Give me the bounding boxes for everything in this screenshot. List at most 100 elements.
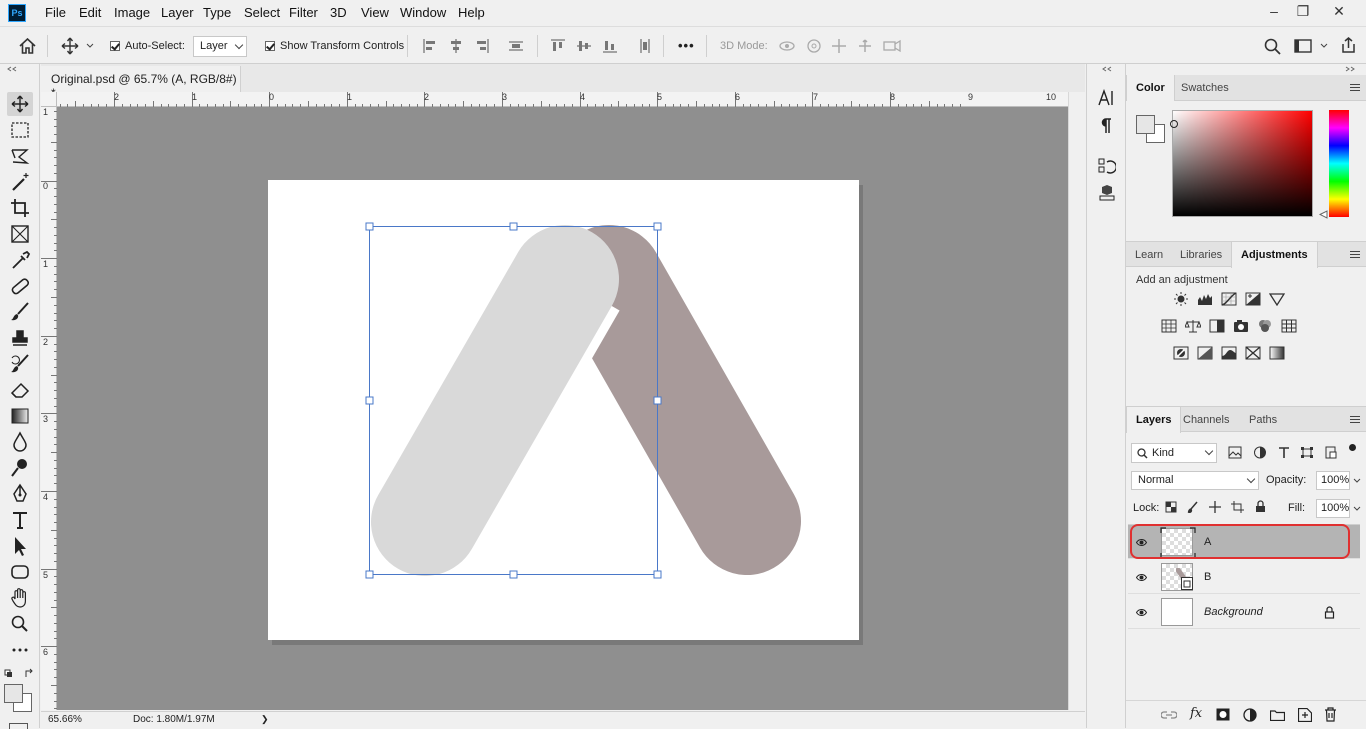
tab-paths[interactable]: Paths <box>1240 407 1286 433</box>
lock-all-icon[interactable] <box>1255 500 1266 513</box>
more-options-button[interactable]: ••• <box>678 38 695 53</box>
transform-handle[interactable] <box>509 222 518 231</box>
invert-icon[interactable] <box>1173 346 1189 360</box>
tab-color[interactable]: Color <box>1126 75 1175 101</box>
blend-mode-dropdown[interactable]: Normal <box>1131 471 1259 490</box>
new-layer-icon[interactable] <box>1298 708 1312 722</box>
filter-shape-icon[interactable] <box>1300 446 1314 459</box>
menu-select[interactable]: Select <box>244 5 280 20</box>
move-tool-icon[interactable] <box>61 37 79 55</box>
filter-smart-object-icon[interactable] <box>1324 446 1338 459</box>
frame-tool[interactable] <box>7 222 33 246</box>
document-canvas[interactable] <box>57 107 1068 710</box>
share-icon[interactable] <box>1340 37 1357 54</box>
menu-edit[interactable]: Edit <box>79 5 101 20</box>
distribute-v-icon[interactable] <box>637 38 653 54</box>
align-middle-v-icon[interactable] <box>576 38 592 54</box>
move-tool[interactable] <box>7 92 33 116</box>
menu-window[interactable]: Window <box>400 5 446 20</box>
transform-handle[interactable] <box>509 570 518 579</box>
gradient-map-icon[interactable] <box>1269 346 1285 360</box>
quick-mask-button[interactable] <box>9 723 28 729</box>
transform-handle[interactable] <box>653 396 662 405</box>
dodge-tool[interactable] <box>7 456 33 480</box>
brightness-icon[interactable] <box>1173 292 1189 306</box>
link-layers-icon[interactable] <box>1161 710 1177 720</box>
3d-orbit-icon[interactable] <box>778 38 796 54</box>
hue-slider[interactable] <box>1329 110 1349 217</box>
auto-select-checkbox[interactable] <box>110 41 120 51</box>
paragraph-panel-icon[interactable] <box>1099 117 1113 134</box>
color-field[interactable] <box>1172 110 1313 217</box>
path-selection-tool[interactable] <box>7 534 33 558</box>
vertical-scrollbar[interactable] <box>1068 92 1085 710</box>
close-button[interactable]: ✕ <box>1325 2 1353 20</box>
channel-mixer-icon[interactable] <box>1257 319 1273 333</box>
eyedropper-tool[interactable] <box>7 248 33 272</box>
tab-learn[interactable]: Learn <box>1126 242 1172 268</box>
new-group-icon[interactable] <box>1270 709 1285 721</box>
show-transform-checkbox[interactable] <box>265 41 275 51</box>
vibrance-icon[interactable] <box>1269 292 1285 306</box>
threshold-icon[interactable] <box>1221 346 1237 360</box>
panel-menu-icon[interactable] <box>1350 416 1360 425</box>
filter-toggle[interactable] <box>1349 444 1356 451</box>
tab-channels[interactable]: Channels <box>1174 407 1238 433</box>
lock-artboard-icon[interactable] <box>1231 501 1244 513</box>
healing-brush-tool[interactable] <box>7 274 33 298</box>
home-icon[interactable] <box>19 38 36 54</box>
search-icon[interactable] <box>1264 38 1281 55</box>
layer-row-background[interactable]: Background <box>1128 595 1360 629</box>
chevron-down-icon[interactable] <box>1353 478 1361 484</box>
shape-tool[interactable] <box>7 560 33 584</box>
document-tab[interactable]: Original.psd @ 65.7% (A, RGB/8#) * <box>41 66 241 100</box>
eraser-tool[interactable] <box>7 378 33 402</box>
zoom-tool[interactable] <box>7 612 33 636</box>
type-tool[interactable] <box>7 508 33 532</box>
align-bottom-icon[interactable] <box>602 38 618 54</box>
panel-menu-icon[interactable] <box>1350 251 1360 260</box>
3d-slide-icon[interactable] <box>857 38 873 54</box>
collapse-icon[interactable] <box>6 66 18 72</box>
menu-view[interactable]: View <box>361 5 389 20</box>
brush-tool[interactable] <box>7 300 33 324</box>
expand-icon[interactable] <box>1101 66 1113 72</box>
tab-swatches[interactable]: Swatches <box>1172 75 1238 101</box>
magic-wand-tool[interactable] <box>7 170 33 194</box>
chevron-down-icon[interactable] <box>86 43 94 49</box>
fx-icon[interactable]: fx <box>1190 706 1202 721</box>
hue-slider-thumb[interactable] <box>1319 210 1328 219</box>
layer-row-b[interactable]: B <box>1128 560 1360 594</box>
posterize-icon[interactable] <box>1197 346 1213 360</box>
transform-handle[interactable] <box>653 570 662 579</box>
menu-type[interactable]: Type <box>203 5 231 20</box>
eye-icon[interactable] <box>1136 572 1147 583</box>
black-white-icon[interactable] <box>1209 319 1225 333</box>
menu-3d[interactable]: 3D <box>330 5 347 20</box>
lock-transparent-pixels-icon[interactable] <box>1165 501 1177 513</box>
ruler-origin[interactable] <box>41 92 57 107</box>
workspace-icon[interactable] <box>1294 39 1312 53</box>
edit-toolbar-button[interactable] <box>7 638 33 662</box>
filter-pixel-icon[interactable] <box>1228 446 1242 459</box>
color-balance-icon[interactable] <box>1185 319 1201 333</box>
hand-tool[interactable] <box>7 586 33 610</box>
foreground-color-swatch[interactable] <box>4 684 23 703</box>
delete-layer-icon[interactable] <box>1324 707 1337 722</box>
menu-filter[interactable]: Filter <box>289 5 318 20</box>
gradient-tool[interactable] <box>7 404 33 428</box>
align-center-h-icon[interactable] <box>448 38 464 54</box>
exposure-icon[interactable] <box>1245 292 1261 306</box>
tab-adjustments[interactable]: Adjustments <box>1231 242 1318 268</box>
chevron-down-icon[interactable] <box>1353 506 1361 512</box>
panel-menu-icon[interactable] <box>1350 84 1360 93</box>
align-top-icon[interactable] <box>550 38 566 54</box>
align-left-icon[interactable] <box>422 38 438 54</box>
3d-panel-icon[interactable] <box>1098 184 1116 201</box>
color-lookup-icon[interactable] <box>1281 319 1297 333</box>
vertical-ruler[interactable]: 1 0 1 2 3 4 5 6 <box>41 107 57 710</box>
opacity-field[interactable]: 100% <box>1316 471 1350 490</box>
selective-color-icon[interactable] <box>1245 346 1261 360</box>
transform-handle[interactable] <box>365 396 374 405</box>
hue-saturation-icon[interactable] <box>1161 319 1177 333</box>
